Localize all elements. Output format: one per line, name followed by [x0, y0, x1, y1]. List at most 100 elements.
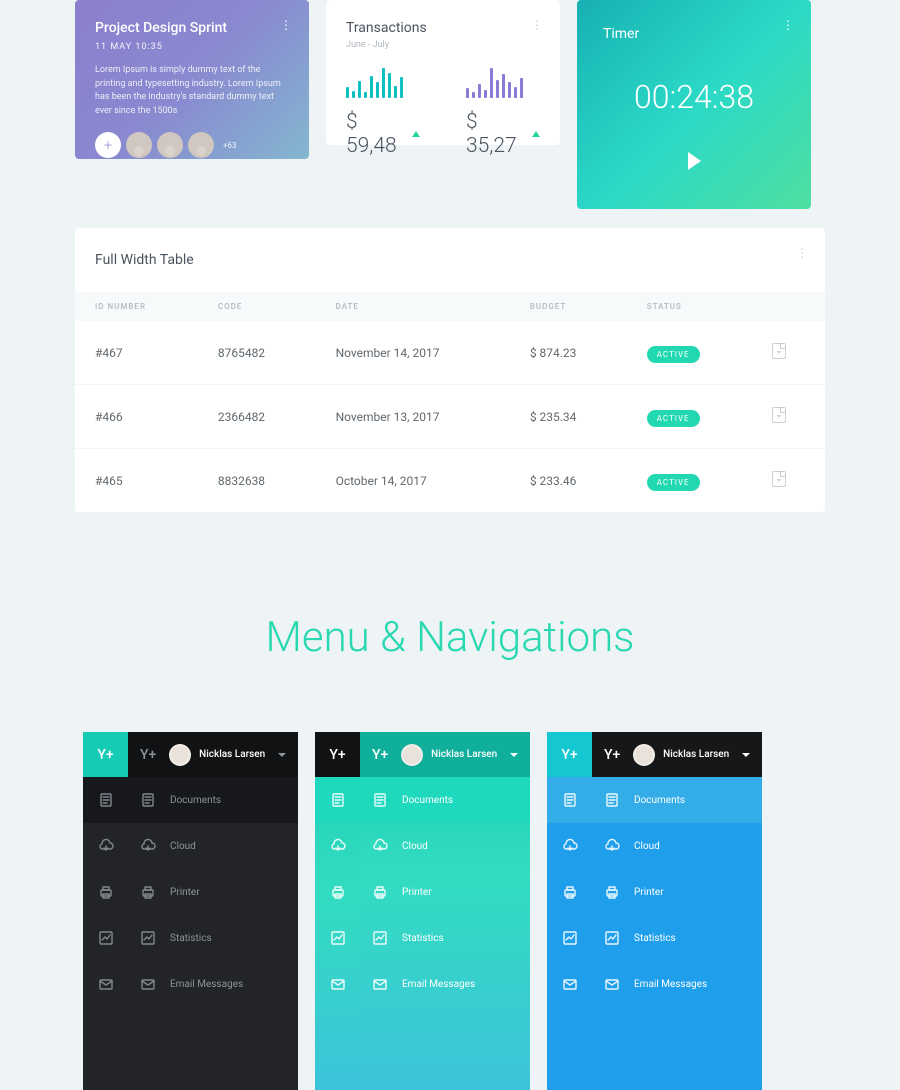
- avatar-more-count[interactable]: +63: [223, 141, 237, 150]
- statistics-icon: [372, 930, 388, 946]
- user-switcher[interactable]: Nicklas Larsen: [401, 744, 497, 766]
- more-icon[interactable]: ⋮: [796, 246, 809, 260]
- sidebar-item-email[interactable]: Email Messages: [128, 961, 298, 1007]
- play-button[interactable]: [603, 152, 785, 170]
- sidebar-item-cloud[interactable]: Cloud: [592, 823, 762, 869]
- cell-budget: $ 235.34: [510, 385, 627, 449]
- download-icon[interactable]: [772, 407, 786, 423]
- table-row[interactable]: #4662366482November 13, 2017$ 235.34ACTI…: [75, 385, 825, 449]
- user-name: Nicklas Larsen: [663, 749, 729, 760]
- sidebar-header: Y+ Nicklas Larsen: [128, 732, 298, 777]
- printer-icon: [330, 884, 346, 900]
- sidebar-item-printer[interactable]: Printer: [128, 869, 298, 915]
- sidebar-logo[interactable]: Y+: [372, 747, 388, 763]
- sidebar-item-label: Cloud: [402, 841, 428, 852]
- project-card: ⋮ Project Design Sprint 11 MAY 10:35 Lor…: [75, 0, 309, 159]
- sidebar-logo[interactable]: Y+: [547, 732, 592, 777]
- transactions-card: ⋮ Transactions June - July $ 59,48 $ 35,…: [326, 0, 560, 145]
- sidebar-item-cloud[interactable]: [315, 823, 360, 869]
- user-switcher[interactable]: Nicklas Larsen: [633, 744, 729, 766]
- sidebar-full: Y+ Nicklas Larsen DocumentsCloudPrinterSta…: [592, 732, 762, 1090]
- avatar[interactable]: [126, 132, 152, 158]
- value-text: $ 59,48: [346, 110, 404, 158]
- transactions-subtitle: June - July: [346, 40, 540, 50]
- email-icon: [372, 976, 388, 992]
- email-icon: [562, 976, 578, 992]
- download-icon[interactable]: [772, 471, 786, 487]
- chevron-down-icon[interactable]: [742, 753, 750, 757]
- sidebar-item-statistics[interactable]: [83, 915, 128, 961]
- sidebar-mini: Y+: [547, 732, 592, 1090]
- cell-budget: $ 233.46: [510, 449, 627, 513]
- table-header: STATUS: [627, 292, 752, 321]
- sidebar-header: Y+ Nicklas Larsen: [592, 732, 762, 777]
- download-icon[interactable]: [772, 343, 786, 359]
- sidebar-item-printer[interactable]: Printer: [592, 869, 762, 915]
- sidebar-logo[interactable]: Y+: [83, 732, 128, 777]
- sidebar-item-documents[interactable]: Documents: [128, 777, 298, 823]
- more-icon[interactable]: ⋮: [782, 18, 795, 32]
- printer-icon: [98, 884, 114, 900]
- sidebar-item-label: Cloud: [170, 841, 196, 852]
- sidebar-item-documents[interactable]: [315, 777, 360, 823]
- sidebar-item-statistics[interactable]: Statistics: [360, 915, 530, 961]
- sidebar-item-email[interactable]: Email Messages: [592, 961, 762, 1007]
- sidebar-item-printer[interactable]: [547, 869, 592, 915]
- sidebar-item-label: Statistics: [402, 933, 444, 944]
- chevron-down-icon[interactable]: [510, 753, 518, 757]
- sidebar-item-statistics[interactable]: [315, 915, 360, 961]
- sidebar-item-cloud[interactable]: [83, 823, 128, 869]
- documents-icon: [372, 792, 388, 808]
- add-avatar-button[interactable]: +: [95, 132, 121, 158]
- documents-icon: [562, 792, 578, 808]
- cell-download: [752, 449, 825, 513]
- sidebar-item-cloud[interactable]: [547, 823, 592, 869]
- sidebar-mini: Y+: [315, 732, 360, 1090]
- more-icon[interactable]: ⋮: [280, 18, 293, 32]
- user-name: Nicklas Larsen: [431, 749, 497, 760]
- sidebar-item-cloud[interactable]: Cloud: [360, 823, 530, 869]
- sidebar-item-statistics[interactable]: [547, 915, 592, 961]
- sidebar-logo[interactable]: Y+: [315, 732, 360, 777]
- sidebar-item-email[interactable]: [315, 961, 360, 1007]
- sidebar-item-printer[interactable]: [83, 869, 128, 915]
- sidebar-item-label: Email Messages: [170, 979, 243, 990]
- sidebar-item-printer[interactable]: Printer: [360, 869, 530, 915]
- cell-download: [752, 385, 825, 449]
- transaction-block-2: $ 35,27: [466, 66, 540, 158]
- sidebar-item-documents[interactable]: Documents: [360, 777, 530, 823]
- more-icon[interactable]: ⋮: [531, 18, 544, 32]
- sidebar-item-email[interactable]: [83, 961, 128, 1007]
- sidebar-item-documents[interactable]: [83, 777, 128, 823]
- sidebar-header: Y+ Nicklas Larsen: [360, 732, 530, 777]
- sidebar-item-documents[interactable]: [547, 777, 592, 823]
- printer-icon: [562, 884, 578, 900]
- play-icon: [688, 152, 701, 170]
- sidebar-mini: Y+: [83, 732, 128, 1090]
- sidebar-full: Y+ Nicklas Larsen Documents Cloud PrinterSta…: [128, 732, 298, 1090]
- documents-icon: [98, 792, 114, 808]
- sidebar-item-statistics[interactable]: Statistics: [128, 915, 298, 961]
- sidebar-item-printer[interactable]: [315, 869, 360, 915]
- project-description: Lorem Ipsum is simply dummy text of the …: [95, 64, 289, 118]
- cell-code: 2366482: [198, 385, 316, 449]
- table-title: Full Width Table ⋮: [75, 228, 825, 292]
- user-switcher[interactable]: Nicklas Larsen: [169, 744, 265, 766]
- table-row[interactable]: #4658832638October 14, 2017$ 233.46ACTIV…: [75, 449, 825, 513]
- sidebar-item-statistics[interactable]: Statistics: [592, 915, 762, 961]
- sidebar-item-email[interactable]: Email Messages: [360, 961, 530, 1007]
- cell-status: ACTIVE: [627, 321, 752, 385]
- sidebar-logo[interactable]: Y+: [140, 747, 156, 763]
- sidebar-logo[interactable]: Y+: [604, 747, 620, 763]
- avatar[interactable]: [188, 132, 214, 158]
- avatar[interactable]: [157, 132, 183, 158]
- table-row[interactable]: #4678765482November 14, 2017$ 874.23ACTI…: [75, 321, 825, 385]
- sidebar-item-documents[interactable]: Documents: [592, 777, 762, 823]
- sidebar-item-cloud[interactable]: Cloud: [128, 823, 298, 869]
- user-name: Nicklas Larsen: [199, 749, 265, 760]
- avatar-group: + +63: [95, 132, 289, 158]
- email-icon: [140, 976, 156, 992]
- chevron-down-icon[interactable]: [278, 753, 286, 757]
- sidebar-item-email[interactable]: [547, 961, 592, 1007]
- table-title-text: Full Width Table: [95, 252, 194, 268]
